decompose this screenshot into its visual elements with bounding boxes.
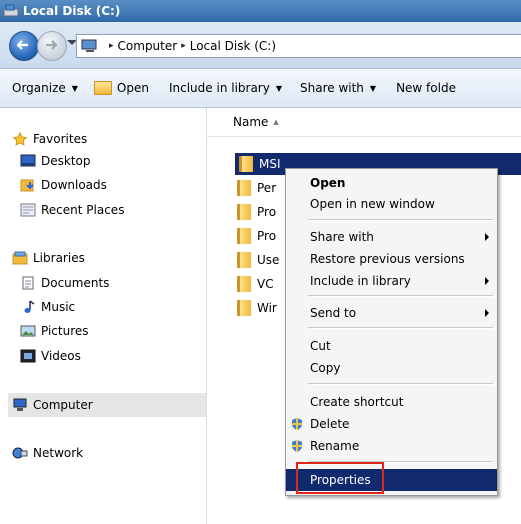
submenu-arrow-icon <box>485 309 489 317</box>
file-row[interactable]: Wir <box>237 297 277 319</box>
menu-item-share-with[interactable]: Share with <box>286 226 497 248</box>
computer-icon <box>13 398 27 411</box>
shield-icon <box>292 418 302 430</box>
file-row[interactable]: Pro <box>237 225 276 247</box>
command-bar: Organize ▼ Open Include in library ▼ Share… <box>0 69 521 108</box>
menu-item-delete[interactable]: Delete <box>286 413 497 435</box>
forward-button[interactable] <box>37 31 67 61</box>
menu-item-cut[interactable]: Cut <box>286 335 497 357</box>
file-row[interactable]: Pro <box>237 201 276 223</box>
file-row[interactable]: Use <box>237 249 279 271</box>
nav-pictures[interactable]: Pictures <box>20 320 89 342</box>
shield-icon <box>292 440 302 452</box>
folder-icon <box>237 252 251 268</box>
menu-item-open[interactable]: Open <box>286 172 497 194</box>
menu-separator <box>308 295 493 297</box>
nav-recent-places[interactable]: Recent Places <box>20 199 124 221</box>
submenu-arrow-icon <box>485 233 489 241</box>
back-arrow-icon <box>17 40 28 50</box>
chevron-down-icon: ▼ <box>71 83 78 93</box>
nav-computer[interactable]: Computer <box>12 394 93 416</box>
star-icon <box>12 132 28 146</box>
organize-button[interactable]: Organize ▼ <box>12 81 78 95</box>
desktop-icon <box>20 154 36 167</box>
file-row[interactable]: Per <box>237 177 276 199</box>
menu-item-create-shortcut[interactable]: Create shortcut <box>286 391 497 413</box>
nav-network[interactable]: Network <box>12 442 83 464</box>
folder-icon <box>237 300 251 316</box>
menu-item-copy[interactable]: Copy <box>286 357 497 379</box>
address-bar[interactable]: ▸ Computer ▸ Local Disk (C:) <box>76 34 521 58</box>
documents-icon <box>22 276 34 290</box>
folder-icon <box>93 81 112 95</box>
breadcrumb-local-disk[interactable]: Local Disk (C:) <box>190 39 276 53</box>
open-button[interactable]: Open <box>93 81 149 95</box>
nav-music[interactable]: Music <box>20 296 75 318</box>
downloads-icon <box>20 179 34 192</box>
menu-item-open-new-window[interactable]: Open in new window <box>286 193 497 215</box>
file-row[interactable]: VC <box>237 273 274 295</box>
context-menu: Open Open in new window Share with Resto… <box>285 168 498 496</box>
nav-libraries[interactable]: Libraries <box>12 247 85 269</box>
nav-videos[interactable]: Videos <box>20 345 81 367</box>
nav-favorites[interactable]: Favorites <box>12 128 87 150</box>
back-button[interactable] <box>9 31 39 61</box>
menu-item-restore-previous-versions[interactable]: Restore previous versions <box>286 248 497 270</box>
folder-icon <box>237 204 251 220</box>
breadcrumb-chevron-icon[interactable]: ▸ <box>181 41 186 51</box>
folder-icon <box>237 276 251 292</box>
nav-desktop[interactable]: Desktop <box>20 150 91 172</box>
folder-icon <box>237 228 251 244</box>
window-title: Local Disk (C:) <box>23 4 121 18</box>
sort-ascending-icon: ▲ <box>273 118 279 126</box>
address-row: ▸ Computer ▸ Local Disk (C:) <box>0 22 521 69</box>
title-bar: Local Disk (C:) <box>0 0 521 22</box>
nav-downloads[interactable]: Downloads <box>20 174 107 196</box>
videos-icon <box>20 349 36 363</box>
nav-documents[interactable]: Documents <box>20 272 109 294</box>
breadcrumb-chevron-icon[interactable]: ▸ <box>109 41 114 51</box>
include-in-library-button[interactable]: Include in library ▼ <box>169 81 282 95</box>
chevron-down-icon: ▼ <box>275 83 282 93</box>
navigation-pane: Favorites Desktop Downloads Recent Place… <box>0 108 207 524</box>
music-icon <box>24 300 35 313</box>
computer-icon <box>81 39 97 52</box>
network-icon <box>12 447 28 459</box>
menu-separator <box>308 219 493 221</box>
new-folder-button[interactable]: New folde <box>396 81 456 95</box>
share-with-button[interactable]: Share with ▼ <box>300 81 376 95</box>
folder-icon <box>237 180 251 196</box>
column-header-name[interactable]: Name ▲ <box>207 108 521 137</box>
menu-separator <box>308 327 493 329</box>
recent-places-icon <box>20 203 36 217</box>
libraries-icon <box>12 251 28 265</box>
menu-item-send-to[interactable]: Send to <box>286 302 497 324</box>
menu-separator <box>308 383 493 385</box>
submenu-arrow-icon <box>485 277 489 285</box>
highlight-annotation-box <box>296 462 384 494</box>
forward-arrow-icon <box>46 40 57 50</box>
pictures-icon <box>20 325 36 337</box>
folder-icon <box>239 156 253 172</box>
drive-icon <box>3 4 19 17</box>
breadcrumb-computer[interactable]: Computer <box>118 39 178 53</box>
chevron-down-icon: ▼ <box>369 83 377 93</box>
menu-item-include-in-library[interactable]: Include in library <box>286 270 497 292</box>
menu-item-rename[interactable]: Rename <box>286 435 497 457</box>
